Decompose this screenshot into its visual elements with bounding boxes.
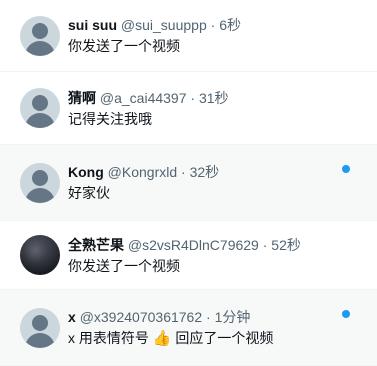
avatar[interactable] [20,235,60,275]
unread-dot-icon [342,310,350,318]
display-name[interactable]: Kong [68,164,104,180]
display-name[interactable]: 全熟芒果 [68,237,124,253]
conversation-content: sui suu @sui_suuppp · 6秒 你发送了一个视频 [68,15,241,56]
timestamp: 31秒 [198,89,229,106]
preview-suffix: 回应了一个视频 [175,329,274,346]
message-preview: x 用表情符号 👍 回应了一个视频 [68,328,273,349]
user-silhouette-icon [32,169,48,186]
message-preview: 记得关注我哦 [68,110,152,127]
conversation-content: x @x3924070361762 · 1分钟 x 用表情符号 👍 回应了一个视… [68,307,273,349]
timestamp: 6秒 [219,17,241,33]
conversation-header: Kong @Kongrxld · 32秒 [68,162,219,182]
avatar[interactable] [20,15,60,56]
message-preview: 你发送了一个视频 [68,257,180,274]
user-silhouette-icon [32,314,48,331]
unread-dot-icon [342,165,350,173]
conversation-header: 全熟芒果 @s2vsR4DlnC79629 · 52秒 [68,235,301,255]
separator: · [262,236,268,253]
separator: · [210,17,216,33]
conversation-header: sui suu @sui_suuppp · 6秒 [68,15,241,35]
dm-conversation-list: sui suu @sui_suuppp · 6秒 你发送了一个视频 猜啊 @a_… [0,0,377,366]
user-silhouette-body [25,332,55,348]
user-silhouette-body [25,113,55,128]
conversation-header: 猜啊 @a_cai44397 · 31秒 [68,88,229,108]
conversation-item[interactable]: 全熟芒果 @s2vsR4DlnC79629 · 52秒 你发送了一个视频 [0,221,377,290]
user-silhouette-body [25,187,55,203]
handle: @sui_suuppp [120,17,207,33]
display-name[interactable]: x [68,309,76,325]
preview-prefix: x 用表情符号 [68,329,149,346]
avatar[interactable] [20,88,60,128]
user-silhouette-icon [32,95,48,111]
separator: · [206,308,211,325]
conversation-header: x @x3924070361762 · 1分钟 [68,307,273,327]
conversation-item[interactable]: x @x3924070361762 · 1分钟 x 用表情符号 👍 回应了一个视… [0,290,377,366]
handle: @Kongrxld [107,164,178,180]
avatar-photo [20,235,60,275]
display-name[interactable]: sui suu [68,17,117,33]
conversation-content: 猜啊 @a_cai44397 · 31秒 记得关注我哦 [68,88,229,129]
user-silhouette-body [25,40,55,56]
timestamp: 52秒 [271,236,301,253]
handle: @a_cai44397 [99,89,187,106]
avatar[interactable] [20,162,60,203]
conversation-content: Kong @Kongrxld · 32秒 好家伙 [68,162,219,203]
message-preview: 你发送了一个视频 [68,38,180,54]
timestamp: 1分钟 [214,308,251,325]
display-name[interactable]: 猜啊 [68,90,96,106]
message-preview: 好家伙 [68,185,110,201]
user-silhouette-icon [32,22,48,39]
avatar[interactable] [20,307,60,348]
conversation-item[interactable]: Kong @Kongrxld · 32秒 好家伙 [0,145,377,221]
conversation-item[interactable]: 猜啊 @a_cai44397 · 31秒 记得关注我哦 [0,72,377,145]
handle: @s2vsR4DlnC79629 [127,236,259,253]
thumbs-up-icon: 👍 [152,329,172,347]
conversation-content: 全熟芒果 @s2vsR4DlnC79629 · 52秒 你发送了一个视频 [68,235,301,276]
handle: @x3924070361762 [79,308,203,325]
conversation-item[interactable]: sui suu @sui_suuppp · 6秒 你发送了一个视频 [0,0,377,72]
separator: · [190,89,196,106]
separator: · [181,164,186,180]
timestamp: 32秒 [189,164,220,180]
